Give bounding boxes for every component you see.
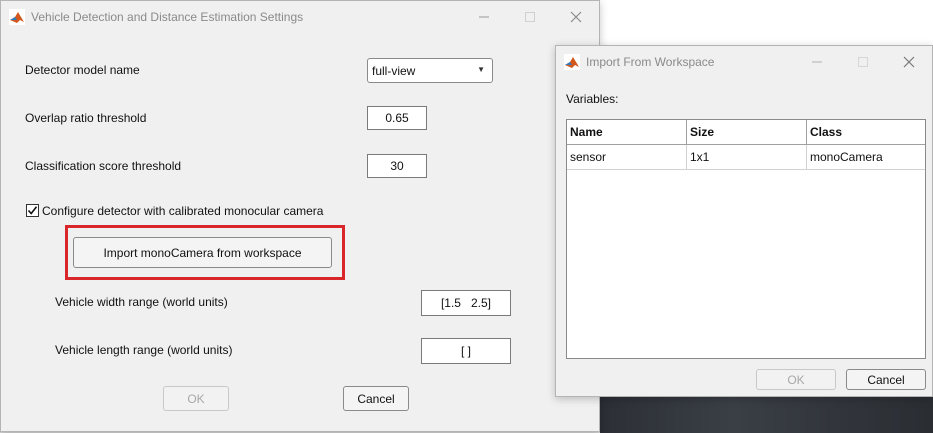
import-window-title: Import From Workspace xyxy=(586,55,715,69)
ok-button[interactable]: OK xyxy=(163,386,229,411)
import-monocamera-label: Import monoCamera from workspace xyxy=(103,245,302,260)
variable-size-cell[interactable]: 1x1 xyxy=(687,145,807,169)
settings-window: Vehicle Detection and Distance Estimatio… xyxy=(0,0,600,432)
classification-score-label: Classification score threshold xyxy=(25,159,182,173)
import-minimize-button[interactable] xyxy=(794,46,840,78)
import-cancel-label: Cancel xyxy=(867,372,905,387)
column-header-name[interactable]: Name xyxy=(567,120,687,144)
minimize-icon xyxy=(479,16,489,18)
caret-down-icon: ▼ xyxy=(477,65,485,74)
import-monocamera-button[interactable]: Import monoCamera from workspace xyxy=(73,237,332,268)
detector-model-dropdown[interactable]: full-view ▼ xyxy=(367,58,493,83)
ok-label: OK xyxy=(187,391,205,406)
classification-score-input[interactable]: 30 xyxy=(367,154,427,178)
table-header: Name Size Class xyxy=(567,120,925,145)
import-cancel-button[interactable]: Cancel xyxy=(846,369,926,390)
variables-table: Name Size Class sensor 1x1 monoCamera xyxy=(566,119,926,359)
maximize-icon xyxy=(525,12,535,22)
matlab-logo-icon xyxy=(9,9,25,25)
variable-class-cell[interactable]: monoCamera xyxy=(807,145,925,169)
checkmark-icon xyxy=(27,206,38,215)
settings-window-title: Vehicle Detection and Distance Estimatio… xyxy=(31,10,304,24)
variables-label: Variables: xyxy=(566,92,619,106)
cancel-button[interactable]: Cancel xyxy=(343,386,409,411)
close-icon xyxy=(570,11,582,23)
configure-camera-label[interactable]: Configure detector with calibrated monoc… xyxy=(42,204,323,218)
import-close-button[interactable] xyxy=(886,46,932,78)
overlap-ratio-input[interactable]: 0.65 xyxy=(367,106,427,130)
detector-model-label: Detector model name xyxy=(25,63,140,77)
close-icon xyxy=(903,56,915,68)
overlap-ratio-value: 0.65 xyxy=(385,111,409,125)
vehicle-length-input[interactable]: [ ] xyxy=(421,338,511,364)
overlap-ratio-label: Overlap ratio threshold xyxy=(25,111,147,125)
import-window: Import From Workspace Variables: Name Si… xyxy=(555,45,933,397)
classification-score-value: 30 xyxy=(390,159,404,173)
maximize-icon xyxy=(858,57,868,67)
vehicle-length-value: [ ] xyxy=(460,344,471,358)
column-header-class[interactable]: Class xyxy=(807,120,925,144)
vehicle-width-input[interactable]: [1.5 2.5] xyxy=(421,290,511,316)
configure-camera-checkbox[interactable] xyxy=(26,204,39,217)
minimize-icon xyxy=(812,61,822,63)
maximize-button[interactable] xyxy=(507,1,553,33)
cancel-label: Cancel xyxy=(357,391,395,406)
matlab-logo-icon xyxy=(564,54,580,70)
import-titlebar[interactable]: Import From Workspace xyxy=(556,46,932,78)
variable-name-cell[interactable]: sensor xyxy=(567,145,687,169)
import-ok-label: OK xyxy=(787,372,805,387)
import-maximize-button[interactable] xyxy=(840,46,886,78)
desktop-background xyxy=(598,395,933,433)
minimize-button[interactable] xyxy=(461,1,507,33)
column-header-size[interactable]: Size xyxy=(687,120,807,144)
settings-titlebar[interactable]: Vehicle Detection and Distance Estimatio… xyxy=(1,1,599,33)
table-row[interactable]: sensor 1x1 monoCamera xyxy=(567,145,925,170)
import-ok-button[interactable]: OK xyxy=(756,369,836,390)
vehicle-width-label: Vehicle width range (world units) xyxy=(55,295,228,309)
vehicle-length-label: Vehicle length range (world units) xyxy=(55,343,233,357)
detector-model-value: full-view xyxy=(372,63,416,78)
close-button[interactable] xyxy=(553,1,599,33)
vehicle-width-value: [1.5 2.5] xyxy=(440,296,492,310)
